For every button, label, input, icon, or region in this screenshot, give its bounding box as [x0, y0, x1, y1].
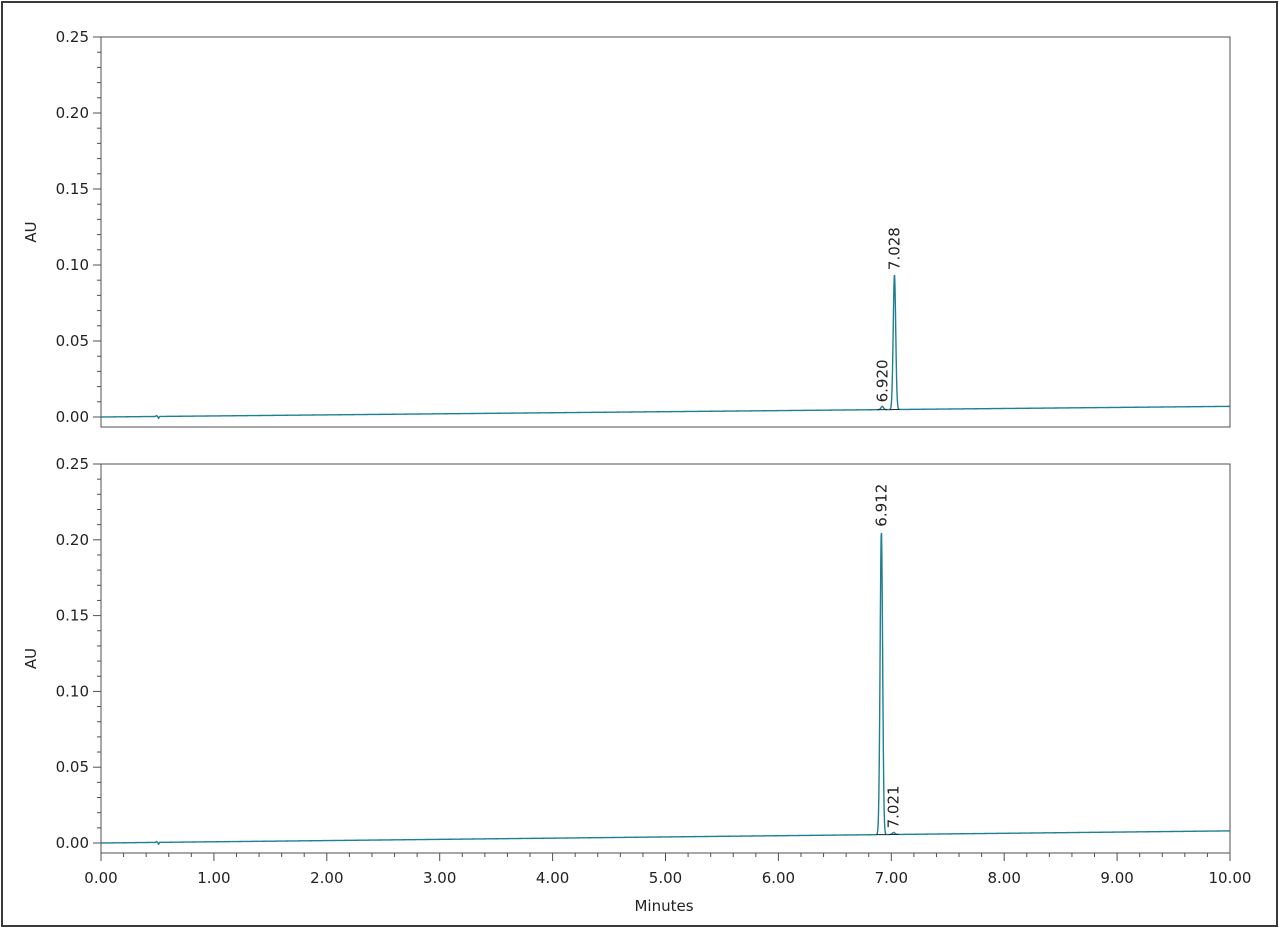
y-tick-label: 0.20 — [56, 104, 89, 122]
peak-label: 7.028 — [886, 227, 904, 270]
y-tick-label: 0.15 — [56, 607, 89, 625]
plot-box — [100, 463, 1231, 854]
x-tick-label: 10.00 — [1209, 869, 1252, 887]
y-axis-title: AU — [22, 221, 40, 242]
x-tick-label: 5.00 — [649, 869, 682, 887]
peak-label: 6.912 — [872, 484, 890, 527]
y-tick-label: 0.10 — [56, 682, 89, 700]
chart-layer: 0.000.050.100.150.200.25AU6.9207.0280.00… — [22, 28, 1251, 887]
plot-box — [100, 36, 1231, 428]
chromatogram-figure: 0.00 0.05 0.10 0.15 0.20 0.25 AU 6.920 7.028 0.00… — [0, 0, 1279, 931]
y-tick-label: 0.05 — [56, 758, 89, 776]
peak-label: 7.021 — [885, 785, 903, 828]
y-tick-label: 0.10 — [56, 256, 89, 274]
x-tick-label: 4.00 — [536, 869, 569, 887]
x-tick-label: 1.00 — [197, 869, 230, 887]
peak-label: 6.920 — [873, 359, 891, 402]
x-tick-label: 2.00 — [310, 869, 343, 887]
y-tick-label: 0.05 — [56, 332, 89, 350]
chromatogram-trace — [101, 532, 1231, 846]
x-tick-label: 6.00 — [762, 869, 795, 887]
x-tick-label: 9.00 — [1100, 869, 1133, 887]
x-tick-label: 8.00 — [987, 869, 1020, 887]
x-axis-title: Minutes — [634, 897, 693, 915]
y-axis-title: AU — [22, 648, 40, 669]
x-tick-label: 3.00 — [423, 869, 456, 887]
y-tick-label: 0.00 — [56, 408, 89, 426]
chromatogram-trace — [101, 274, 1230, 420]
x-tick-label: 0.00 — [84, 869, 117, 887]
chart-panel-2: 0.00 0.05 0.10 0.15 0.20 0.25 AU 0.00 1.00 2.00 3.… — [22, 455, 1251, 887]
y-tick-label: 0.15 — [56, 180, 89, 198]
chart-panel-1: 0.00 0.05 0.10 0.15 0.20 0.25 AU 6.920 7.028 — [22, 28, 1231, 428]
y-tick-label: 0.20 — [56, 531, 89, 549]
x-tick-label: 7.00 — [875, 869, 908, 887]
y-tick-label: 0.25 — [56, 455, 89, 473]
chromatogram-svg: 0.000.050.100.150.200.25AU6.9207.0280.00… — [1, 1, 1278, 927]
y-tick-label: 0.25 — [56, 28, 89, 46]
y-tick-label: 0.00 — [56, 834, 89, 852]
